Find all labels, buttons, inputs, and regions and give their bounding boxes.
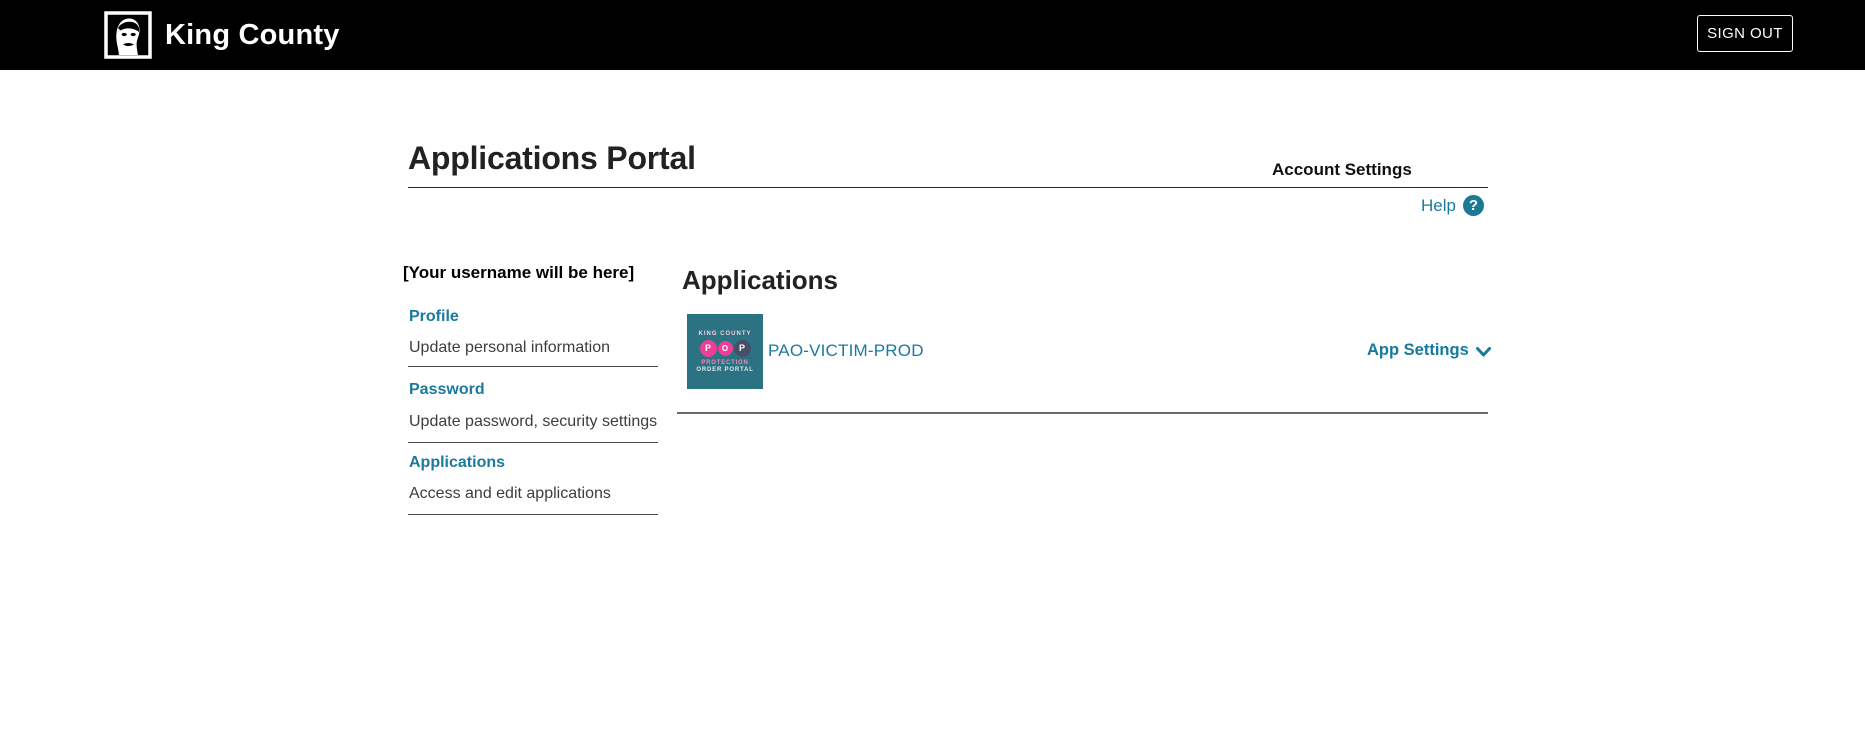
pop-letter-p2: P	[734, 340, 751, 357]
app-settings-label: App Settings	[1367, 341, 1469, 360]
pop-letter-o: O	[718, 341, 733, 356]
username-placeholder: [Your username will be here]	[403, 263, 634, 283]
app-link-pao-victim-prod[interactable]: PAO-VICTIM-PROD	[768, 341, 924, 361]
pop-icon-text-order-portal: ORDER PORTAL	[696, 367, 753, 373]
sign-out-button[interactable]: SIGN OUT	[1697, 15, 1793, 52]
help-question-icon: ?	[1463, 195, 1484, 216]
sidebar-item-applications[interactable]: Applications	[409, 454, 505, 472]
app-row-divider	[677, 412, 1488, 414]
sidebar-divider	[408, 514, 658, 515]
pop-app-icon[interactable]: KING COUNTY P O P PROTECTION ORDER PORTA…	[687, 314, 763, 389]
account-settings-link[interactable]: Account Settings	[1272, 160, 1412, 180]
pop-icon-text-top: KING COUNTY	[699, 331, 752, 337]
help-label: Help	[1421, 196, 1456, 216]
pop-letter-p1: P	[700, 340, 717, 357]
chevron-down-icon	[1476, 347, 1491, 357]
page-title: Applications Portal	[408, 140, 696, 177]
sidebar-item-applications-description: Access and edit applications	[409, 485, 611, 503]
applications-portal-page: King County SIGN OUT Applications Portal…	[0, 0, 1865, 730]
sidebar-item-profile[interactable]: Profile	[409, 308, 459, 326]
title-divider	[408, 187, 1488, 188]
sidebar-divider	[408, 366, 658, 367]
applications-heading: Applications	[682, 265, 838, 296]
brand-name: King County	[165, 19, 340, 52]
top-header: King County SIGN OUT	[0, 0, 1865, 70]
mlk-face-icon	[104, 11, 152, 59]
help-link[interactable]: Help ?	[1421, 195, 1484, 216]
pop-icon-letters: P O P	[700, 340, 751, 357]
sidebar-item-password[interactable]: Password	[409, 381, 485, 399]
sidebar-divider	[408, 442, 658, 443]
king-county-logo[interactable]: King County	[104, 0, 340, 70]
pop-icon-text-protection: PROTECTION	[701, 360, 748, 366]
sidebar-item-profile-description: Update personal information	[409, 339, 610, 357]
sidebar-item-password-description: Update password, security settings	[409, 413, 657, 431]
app-settings-button[interactable]: App Settings	[1367, 341, 1491, 360]
